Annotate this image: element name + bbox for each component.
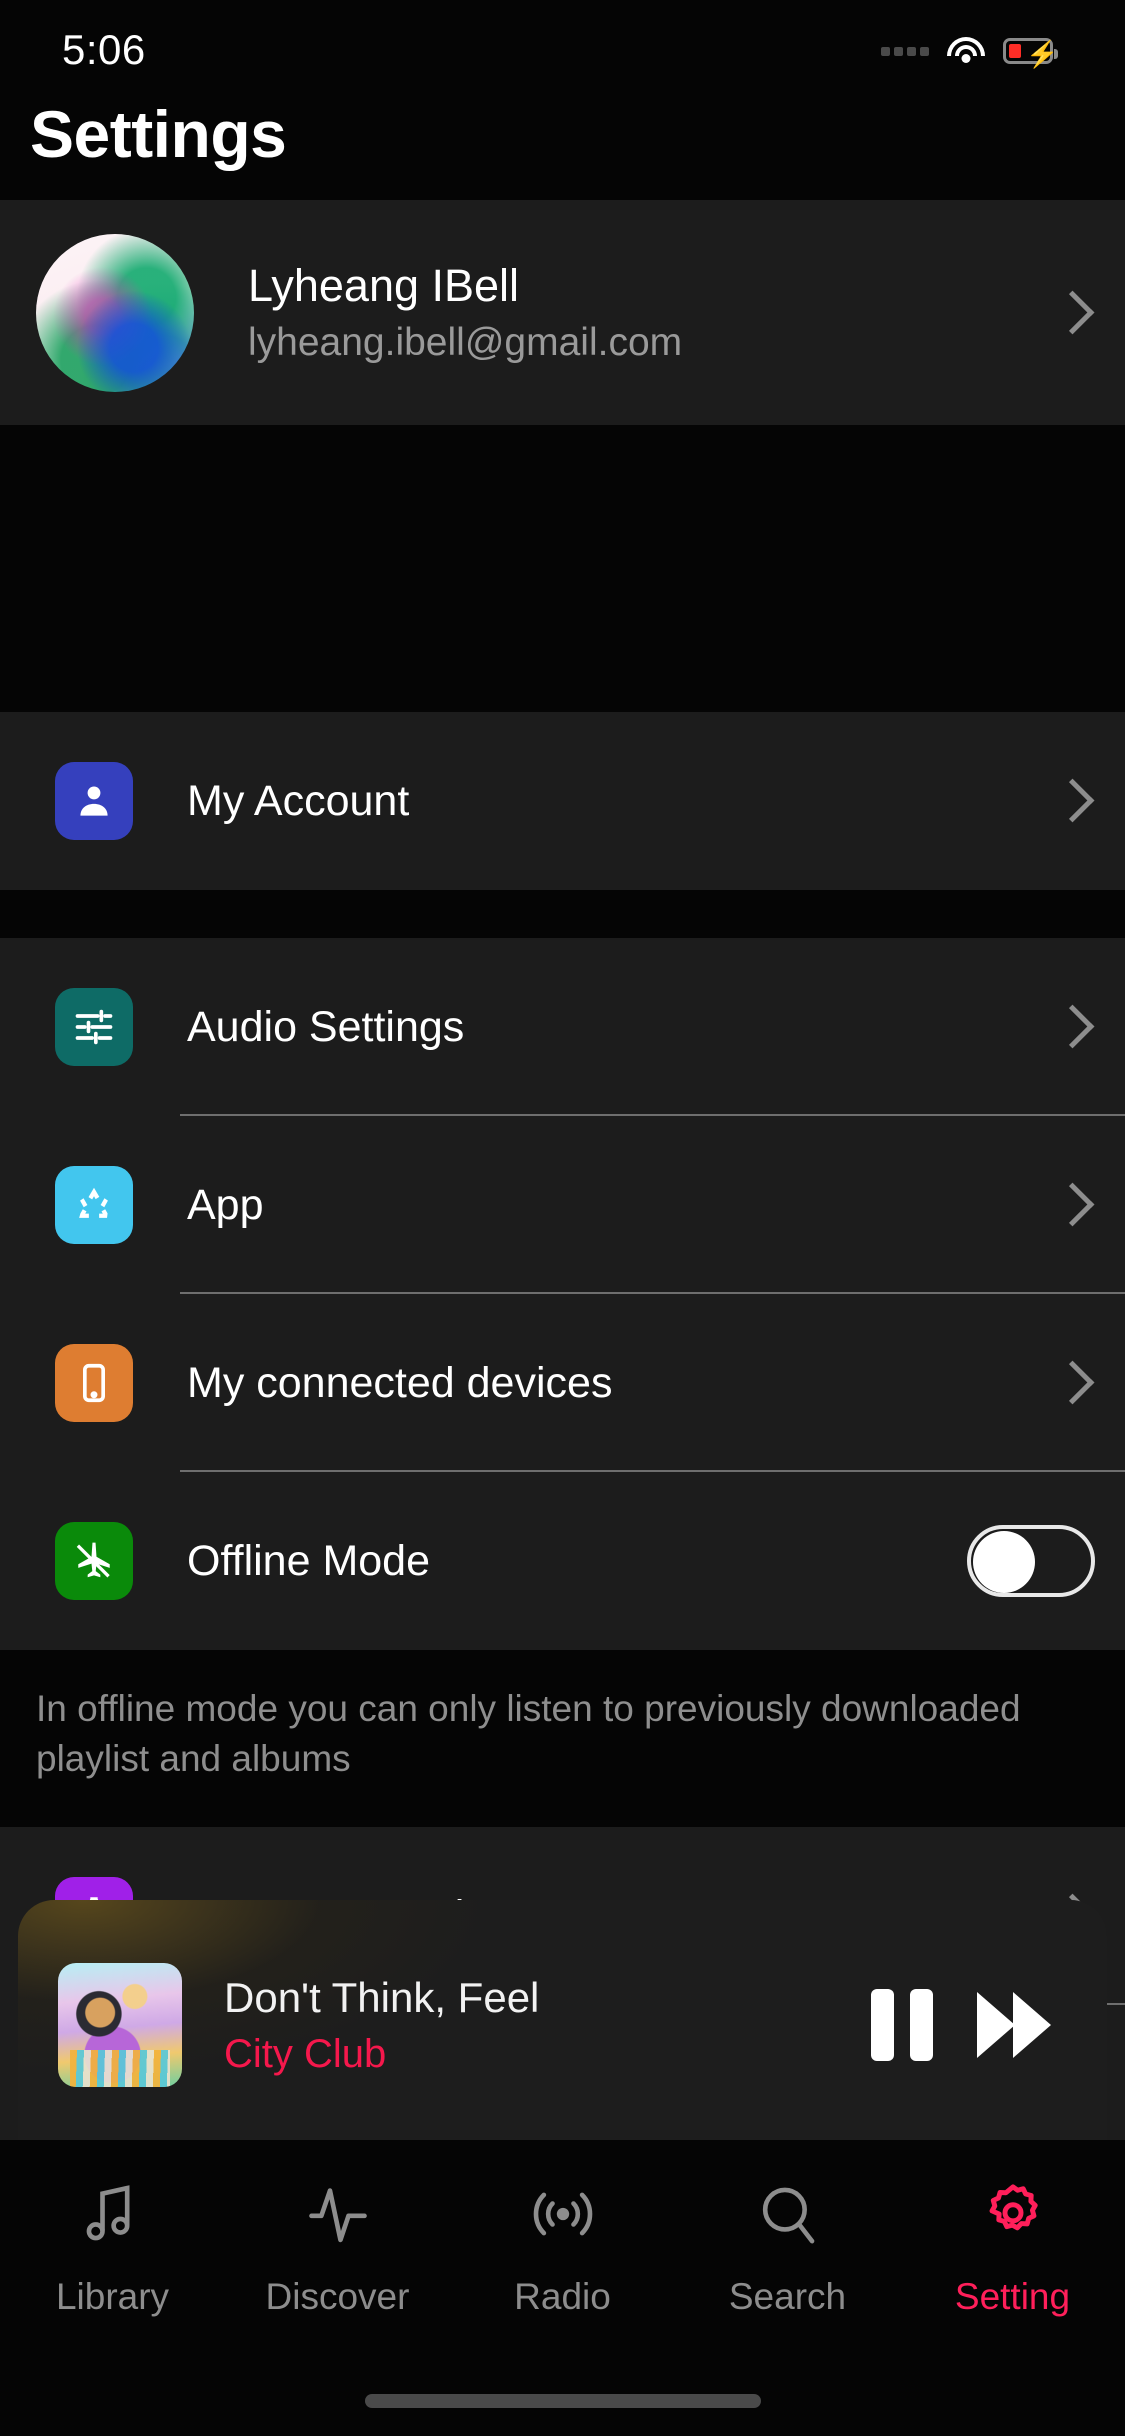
screen: 5:06 ⚡ Settings Lyheang IBell lyheang.ib…	[0, 0, 1125, 2436]
wifi-icon	[947, 37, 985, 65]
mini-player-title: Don't Think, Feel	[224, 1973, 540, 2021]
settings-group-account: My Account	[0, 712, 1125, 890]
status-bar-time: 5:06	[62, 26, 146, 73]
tab-discover[interactable]: Discover	[225, 2170, 450, 2318]
airplane-mode-icon	[55, 1522, 133, 1600]
chevron-right-icon	[1049, 1182, 1095, 1228]
music-note-icon	[76, 2170, 150, 2258]
mini-player-controls	[871, 1989, 1055, 2061]
settings-group-app: Audio Settings App My connected devices …	[0, 938, 1125, 1650]
pulse-icon	[301, 2170, 375, 2258]
tab-label: Library	[55, 2276, 170, 2317]
toggle-knob	[973, 1531, 1035, 1593]
profile-email: lyheang.ibell@gmail.com	[248, 321, 683, 365]
profile-card[interactable]: Lyheang IBell lyheang.ibell@gmail.com	[0, 200, 1125, 425]
equalizer-icon	[55, 988, 133, 1066]
settings-row-my-account[interactable]: My Account	[0, 712, 1125, 890]
offline-mode-toggle[interactable]	[967, 1525, 1095, 1597]
offline-mode-description: In offline mode you can only listen to p…	[0, 1650, 1125, 1812]
album-artwork	[58, 1963, 182, 2087]
settings-row-label: Offline Mode	[187, 1536, 431, 1585]
tab-label: Radio	[514, 2276, 611, 2317]
mini-player-text: Don't Think, Feel City Club	[224, 1974, 871, 2077]
tab-radio[interactable]: Radio	[450, 2170, 675, 2318]
settings-row-label: Audio Settings	[187, 1002, 465, 1051]
page-title: Settings	[30, 97, 287, 171]
status-bar: 5:06 ⚡	[0, 0, 1125, 92]
tab-library[interactable]: Library	[0, 2170, 225, 2318]
search-icon	[751, 2170, 825, 2258]
phone-icon	[55, 1344, 133, 1422]
tab-label: Search	[728, 2276, 847, 2317]
avatar	[36, 233, 194, 392]
tab-bar: Library Discover Radio Search Setting	[0, 2140, 1125, 2436]
pause-icon[interactable]	[871, 1989, 933, 2061]
mini-player-artist: City Club	[224, 2031, 387, 2076]
settings-row-my-connected-devices[interactable]: My connected devices	[0, 1294, 1125, 1472]
recycle-icon	[55, 1166, 133, 1244]
person-icon	[55, 762, 133, 840]
gear-icon	[976, 2170, 1050, 2258]
settings-row-audio-settings[interactable]: Audio Settings	[0, 938, 1125, 1116]
chevron-right-icon	[1049, 778, 1095, 824]
chevron-right-icon	[1049, 1004, 1095, 1050]
profile-text: Lyheang IBell lyheang.ibell@gmail.com	[248, 260, 1049, 366]
chevron-right-icon	[1049, 290, 1095, 336]
battery-charging-icon: ⚡	[1003, 38, 1058, 69]
mini-player[interactable]: Don't Think, Feel City Club	[18, 1900, 1107, 2150]
tab-label: Setting	[954, 2276, 1071, 2317]
tab-setting[interactable]: Setting	[900, 2170, 1125, 2318]
settings-row-label: My Account	[187, 776, 410, 825]
fast-forward-icon[interactable]	[977, 1992, 1055, 2058]
profile-name: Lyheang IBell	[248, 259, 520, 311]
tab-search[interactable]: Search	[675, 2170, 900, 2318]
tab-label: Discover	[265, 2276, 410, 2317]
home-indicator[interactable]	[364, 2394, 761, 2408]
settings-row-label: App	[187, 1180, 264, 1229]
signal-dots-icon	[881, 46, 929, 56]
chevron-right-icon	[1049, 1360, 1095, 1406]
settings-row-offline-mode[interactable]: Offline Mode	[0, 1472, 1125, 1650]
settings-row-label: My connected devices	[187, 1358, 613, 1407]
status-bar-indicators: ⚡	[881, 27, 1058, 69]
broadcast-icon	[526, 2170, 600, 2258]
settings-row-app[interactable]: App	[0, 1116, 1125, 1294]
